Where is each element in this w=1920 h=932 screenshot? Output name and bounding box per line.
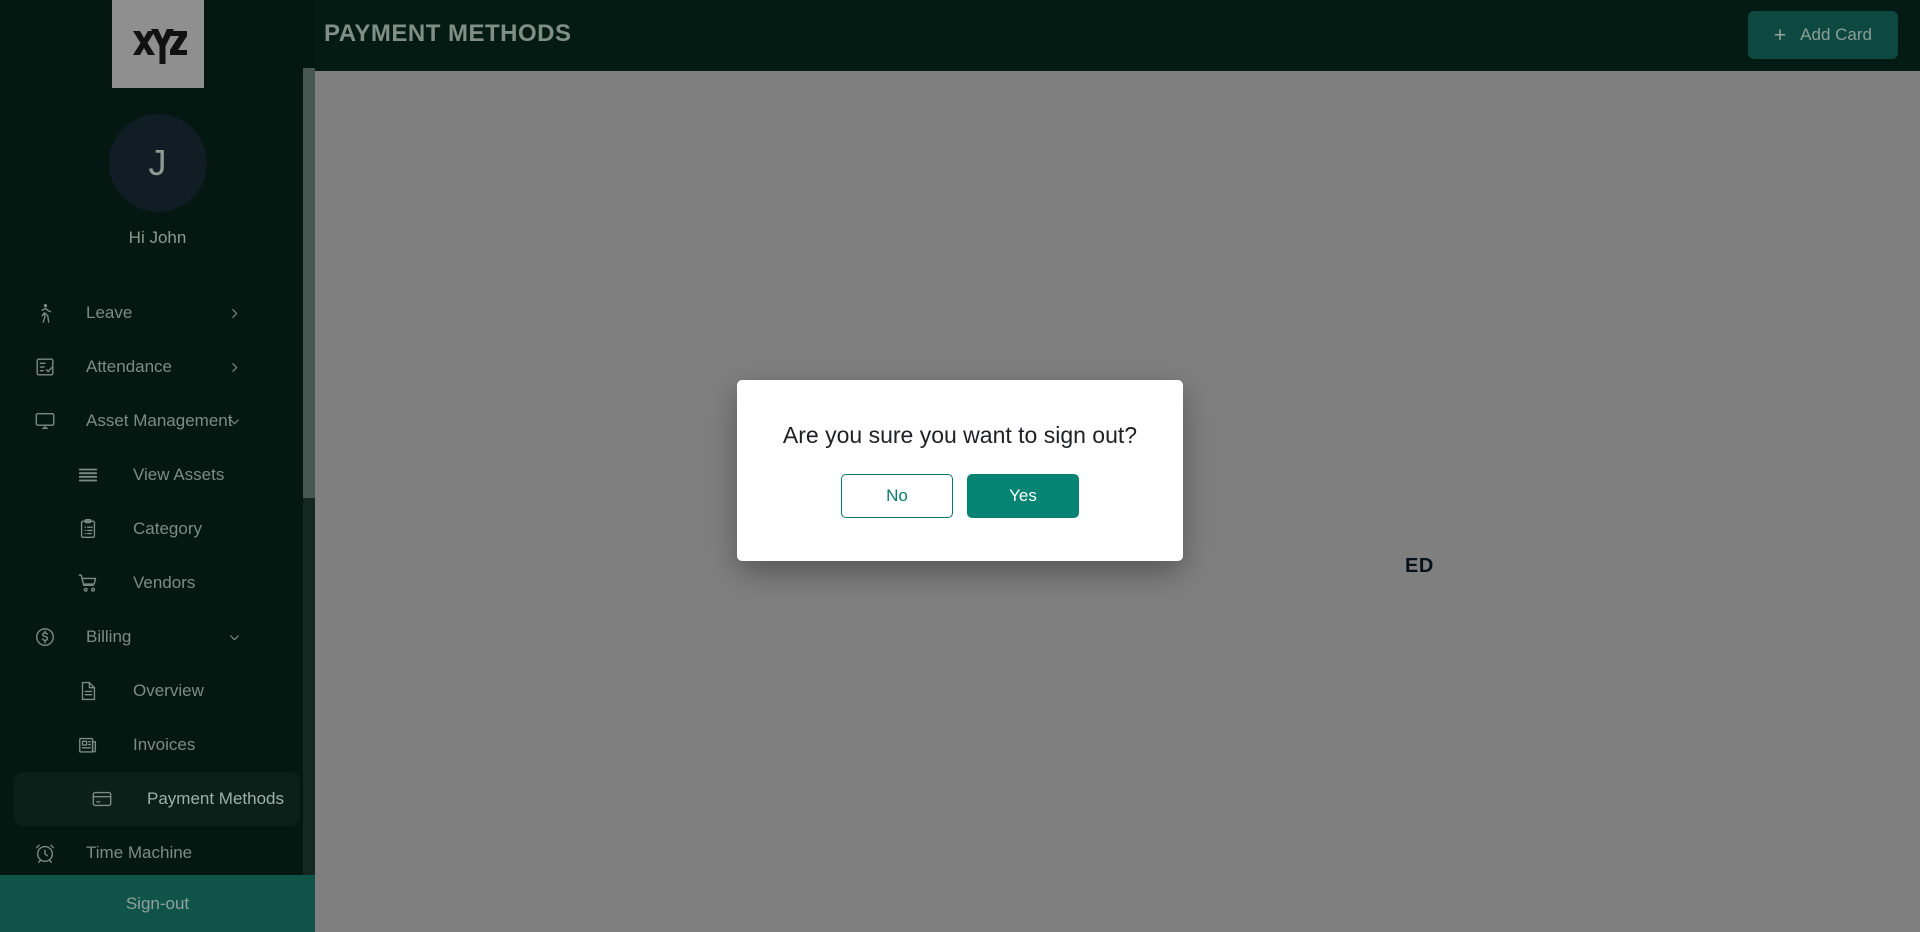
sidebar-item-billing[interactable]: Billing bbox=[0, 610, 315, 664]
page-title: PAYMENT METHODS bbox=[324, 20, 572, 48]
avatar[interactable]: J bbox=[109, 114, 207, 212]
dialog-actions: No Yes bbox=[841, 474, 1079, 518]
avatar-initial: J bbox=[149, 142, 167, 184]
list-lines-icon bbox=[73, 460, 103, 490]
app-root: J Hi John Leave Attendance Asset Managemen… bbox=[0, 0, 1920, 932]
add-card-label: Add Card bbox=[1800, 25, 1872, 45]
monitor-icon bbox=[30, 406, 60, 436]
sidebar-item-category[interactable]: Category bbox=[0, 502, 315, 556]
add-card-button[interactable]: + Add Card bbox=[1748, 11, 1898, 59]
credit-card-icon bbox=[87, 784, 117, 814]
sidebar-item-label: Payment Methods bbox=[147, 789, 284, 809]
sidebar-scrollbar[interactable] bbox=[303, 68, 315, 875]
sidebar-item-label: Overview bbox=[133, 681, 204, 701]
dialog-message: Are you sure you want to sign out? bbox=[783, 422, 1137, 449]
sidebar-item-overview[interactable]: Overview bbox=[0, 664, 315, 718]
sidebar-scrollbar-thumb[interactable] bbox=[303, 68, 315, 498]
xyz-logo-icon bbox=[127, 19, 189, 69]
sidebar-item-vendors[interactable]: Vendors bbox=[0, 556, 315, 610]
sidebar-item-time-machine[interactable]: Time Machine bbox=[0, 826, 315, 875]
document-icon bbox=[73, 676, 103, 706]
chevron-down-icon[interactable] bbox=[227, 414, 241, 428]
sidebar-item-label: Invoices bbox=[133, 735, 195, 755]
sidebar-item-view-assets[interactable]: View Assets bbox=[0, 448, 315, 502]
sidebar-item-label: Category bbox=[133, 519, 202, 539]
chevron-right-icon[interactable] bbox=[227, 306, 241, 320]
sidebar-item-label: Time Machine bbox=[86, 843, 192, 863]
no-button[interactable]: No bbox=[841, 474, 953, 518]
walking-person-icon bbox=[30, 298, 60, 328]
sidebar-item-invoices[interactable]: Invoices bbox=[0, 718, 315, 772]
alarm-clock-icon bbox=[30, 838, 60, 868]
sidebar-nav: Leave Attendance Asset Management View Asse… bbox=[0, 286, 315, 875]
newspaper-icon bbox=[73, 730, 103, 760]
avatar-container: J bbox=[0, 114, 315, 212]
yes-button[interactable]: Yes bbox=[967, 474, 1079, 518]
sign-out-label: Sign-out bbox=[126, 894, 189, 914]
sign-out-button[interactable]: Sign-out bbox=[0, 875, 315, 932]
shopping-cart-icon bbox=[73, 568, 103, 598]
sidebar-item-asset-management[interactable]: Asset Management bbox=[0, 394, 315, 448]
sign-out-confirm-dialog: Are you sure you want to sign out? No Ye… bbox=[737, 380, 1183, 561]
sidebar-item-payment-methods[interactable]: Payment Methods bbox=[14, 772, 300, 826]
sidebar-item-label: Vendors bbox=[133, 573, 195, 593]
dollar-circle-icon bbox=[30, 622, 60, 652]
sidebar-item-label: View Assets bbox=[133, 465, 224, 485]
chevron-right-icon[interactable] bbox=[227, 360, 241, 374]
user-greeting: Hi John bbox=[0, 228, 315, 248]
logo-container bbox=[0, 0, 315, 88]
sidebar-item-label: Asset Management bbox=[86, 411, 232, 431]
checklist-icon bbox=[30, 352, 60, 382]
brand-logo[interactable] bbox=[112, 0, 204, 88]
sidebar-item-leave[interactable]: Leave bbox=[0, 286, 315, 340]
clipboard-icon bbox=[73, 514, 103, 544]
sidebar-item-label: Attendance bbox=[86, 357, 172, 377]
sidebar-scroll-region: J Hi John Leave Attendance Asset Managemen… bbox=[0, 0, 315, 875]
sidebar-item-attendance[interactable]: Attendance bbox=[0, 340, 315, 394]
sidebar: J Hi John Leave Attendance Asset Managemen… bbox=[0, 0, 315, 932]
chevron-down-icon[interactable] bbox=[227, 630, 241, 644]
sidebar-item-label: Leave bbox=[86, 303, 132, 323]
plus-icon: + bbox=[1774, 25, 1786, 46]
sidebar-item-label: Billing bbox=[86, 627, 131, 647]
